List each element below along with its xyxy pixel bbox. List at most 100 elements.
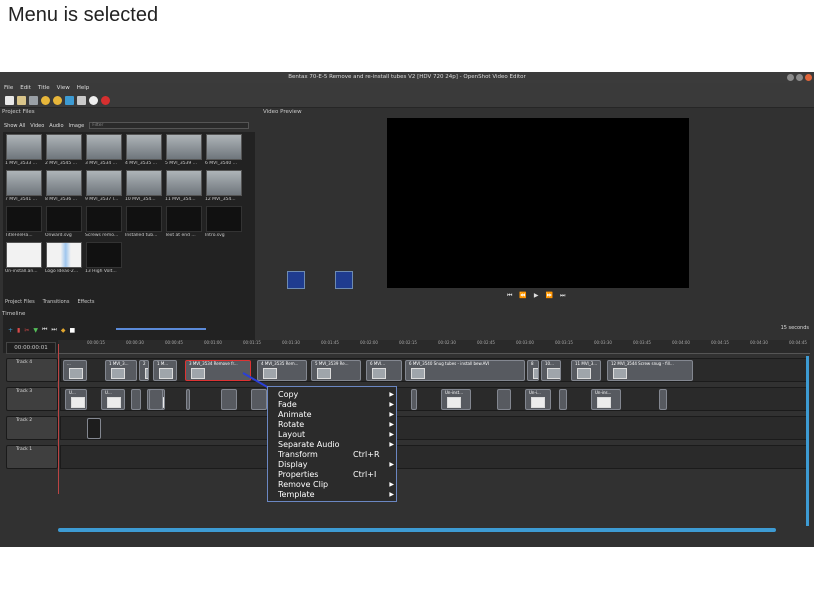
timeline-clip[interactable] bbox=[149, 389, 163, 410]
menu-title[interactable]: Title bbox=[38, 85, 50, 91]
project-file-item[interactable]: Text at end ... bbox=[165, 206, 203, 242]
project-file-item[interactable]: 11 MVI_354... bbox=[165, 170, 203, 206]
filter-audio[interactable]: Audio bbox=[49, 123, 63, 129]
context-menu-item-fade[interactable]: Fade ▶ bbox=[268, 400, 396, 410]
project-file-item[interactable]: 5 MVI_3539 ... bbox=[165, 134, 203, 170]
timeline-clip[interactable]: 2 bbox=[139, 360, 149, 381]
timeline-clip[interactable] bbox=[87, 418, 101, 439]
timeline-clip[interactable]: 8 bbox=[527, 360, 539, 381]
import-files-icon[interactable] bbox=[65, 95, 74, 105]
timeline-clip[interactable] bbox=[221, 389, 237, 410]
project-file-item[interactable]: 1 MVI_3533 ... bbox=[5, 134, 43, 170]
add-marker-icon[interactable]: ▼ bbox=[33, 327, 38, 334]
project-file-item[interactable]: 3 MVI_3534 ... bbox=[85, 134, 123, 170]
fast-forward-icon[interactable]: ⏩ bbox=[546, 292, 553, 300]
track-lane-3[interactable]: U...U...UUn-inst...Un-i...Un-ins... bbox=[60, 387, 807, 411]
project-file-item[interactable]: 4 MVI_3535 ... bbox=[125, 134, 163, 170]
minimize-icon[interactable] bbox=[787, 74, 794, 81]
context-menu-item-display[interactable]: Display ▶ bbox=[268, 460, 396, 470]
vertical-scrollbar[interactable] bbox=[806, 356, 809, 526]
tab-transitions[interactable]: Transitions bbox=[43, 299, 70, 305]
project-file-item[interactable]: 8 MVI_3536 ... bbox=[45, 170, 83, 206]
context-menu-item-rotate[interactable]: Rotate ▶ bbox=[268, 420, 396, 430]
timeline-clip[interactable]: 6 MVI_3540 Snug tubes - install bew.AVI bbox=[405, 360, 525, 381]
timeline-clip[interactable]: Un-ins... bbox=[591, 389, 621, 410]
project-file-item[interactable]: 13 High Volt... bbox=[85, 242, 123, 278]
context-menu-item-layout[interactable]: Layout ▶ bbox=[268, 430, 396, 440]
timeline-clip[interactable]: 1 M... bbox=[153, 360, 177, 381]
timeline-ruler[interactable]: 00:00:15 00:00:30 00:00:45 00:01:00 00:01:15… bbox=[58, 340, 810, 354]
project-file-item[interactable]: Logo Ideas-2... bbox=[45, 242, 83, 278]
track-lane-2[interactable] bbox=[60, 416, 807, 440]
project-file-item[interactable]: Installed tub... bbox=[125, 206, 163, 242]
save-project-icon[interactable] bbox=[29, 95, 38, 105]
track-lane-4[interactable]: ... 1 MVI_3... 2 1 M... 3 MVI_3534 Remove fr… bbox=[60, 358, 807, 382]
snap-icon[interactable]: ▮ bbox=[17, 327, 20, 334]
timeline-clip[interactable] bbox=[251, 389, 267, 410]
project-file-item[interactable]: Un-install.an... bbox=[5, 242, 43, 278]
context-menu-item-remove-clip[interactable]: Remove Clip ▶ bbox=[268, 480, 396, 490]
maximize-icon[interactable] bbox=[796, 74, 803, 81]
horizontal-scrollbar[interactable] bbox=[58, 528, 776, 532]
undo-icon[interactable] bbox=[41, 95, 50, 105]
open-project-icon[interactable] bbox=[17, 95, 26, 105]
context-menu-item-copy[interactable]: Copy ▶ bbox=[268, 390, 396, 400]
razor-icon[interactable]: ✂ bbox=[24, 327, 29, 334]
track-lane-1[interactable] bbox=[60, 445, 807, 469]
jump-start-icon[interactable]: ⏮ bbox=[507, 292, 512, 300]
project-file-item[interactable]: Onward.svg bbox=[45, 206, 83, 242]
rewind-icon[interactable]: ⏪ bbox=[519, 292, 526, 300]
filter-show-all[interactable]: Show All bbox=[4, 123, 25, 129]
context-menu-item-properties[interactable]: Properties Ctrl+I bbox=[268, 470, 396, 480]
menu-view[interactable]: View bbox=[57, 85, 70, 91]
new-project-icon[interactable] bbox=[5, 95, 14, 105]
timeline-clip[interactable]: Un-inst... bbox=[441, 389, 471, 410]
context-menu-item-transform[interactable]: Transform Ctrl+R bbox=[268, 450, 396, 460]
jump-end-icon[interactable]: ⏭ bbox=[560, 292, 565, 300]
project-file-item[interactable]: 6 MVI_3540 ... bbox=[205, 134, 243, 170]
zoom-slider[interactable] bbox=[116, 328, 206, 330]
timeline-clip[interactable] bbox=[411, 389, 417, 410]
timeline-clip[interactable]: ... bbox=[63, 360, 87, 381]
menu-edit[interactable]: Edit bbox=[20, 85, 31, 91]
context-menu-item-separate-audio[interactable]: Separate Audio ▶ bbox=[268, 440, 396, 450]
fullscreen-icon[interactable] bbox=[89, 95, 98, 105]
context-menu-item-animate[interactable]: Animate ▶ bbox=[268, 410, 396, 420]
profile-icon[interactable] bbox=[77, 95, 86, 105]
tab-project-files[interactable]: Project Files bbox=[5, 299, 35, 305]
context-menu-item-template[interactable]: Template ▶ bbox=[268, 490, 396, 500]
timeline-clip[interactable]: 10... bbox=[541, 360, 561, 381]
timeline-clip[interactable] bbox=[497, 389, 511, 410]
track-header-1[interactable]: Track 1 bbox=[6, 445, 58, 469]
timeline-clip[interactable]: 6 MVI... bbox=[366, 360, 402, 381]
timeline-clip[interactable]: 11 MVI_3... bbox=[571, 360, 601, 381]
timeline-clip[interactable] bbox=[559, 389, 567, 410]
timeline-clip[interactable]: 1 MVI_3... bbox=[105, 360, 137, 381]
playhead[interactable] bbox=[58, 344, 59, 494]
timeline-clip[interactable]: Un-i... bbox=[525, 389, 551, 410]
project-file-item[interactable]: 7 MVI_3541 ... bbox=[5, 170, 43, 206]
timeline-clip[interactable]: 5 MVI_3539 Re... bbox=[311, 360, 361, 381]
track-header-3[interactable]: Track 3 bbox=[6, 387, 58, 411]
menu-help[interactable]: Help bbox=[77, 85, 90, 91]
track-header-2[interactable]: Track 2 bbox=[6, 416, 58, 440]
project-file-item[interactable]: Intro.svg bbox=[205, 206, 243, 242]
previous-marker-icon[interactable]: ⏮ bbox=[42, 326, 47, 334]
project-file-item[interactable]: Screws remo... bbox=[85, 206, 123, 242]
next-marker-icon[interactable]: ⏭ bbox=[51, 326, 56, 334]
zoom-icon[interactable]: ■ bbox=[69, 327, 75, 334]
filter-input[interactable]: Filter bbox=[89, 122, 250, 129]
timeline-clip[interactable]: 3 MVI_3534 Remove fr... bbox=[185, 360, 251, 381]
timeline-clip[interactable]: U... bbox=[101, 389, 125, 410]
redo-icon[interactable] bbox=[53, 95, 62, 105]
timeline-clip[interactable] bbox=[131, 389, 141, 410]
tab-effects[interactable]: Effects bbox=[77, 299, 94, 305]
menu-file[interactable]: File bbox=[4, 85, 13, 91]
close-icon[interactable] bbox=[805, 74, 812, 81]
add-track-icon[interactable]: + bbox=[8, 327, 13, 334]
timeline-clip[interactable]: 12 MVI_3544 Screw snug - fill... bbox=[607, 360, 693, 381]
project-file-item[interactable]: 12 MVI_354... bbox=[205, 170, 243, 206]
project-file-item[interactable]: TitleFileHa... bbox=[5, 206, 43, 242]
filter-video[interactable]: Video bbox=[30, 123, 44, 129]
project-file-item[interactable]: 9 MVI_3537 l... bbox=[85, 170, 123, 206]
